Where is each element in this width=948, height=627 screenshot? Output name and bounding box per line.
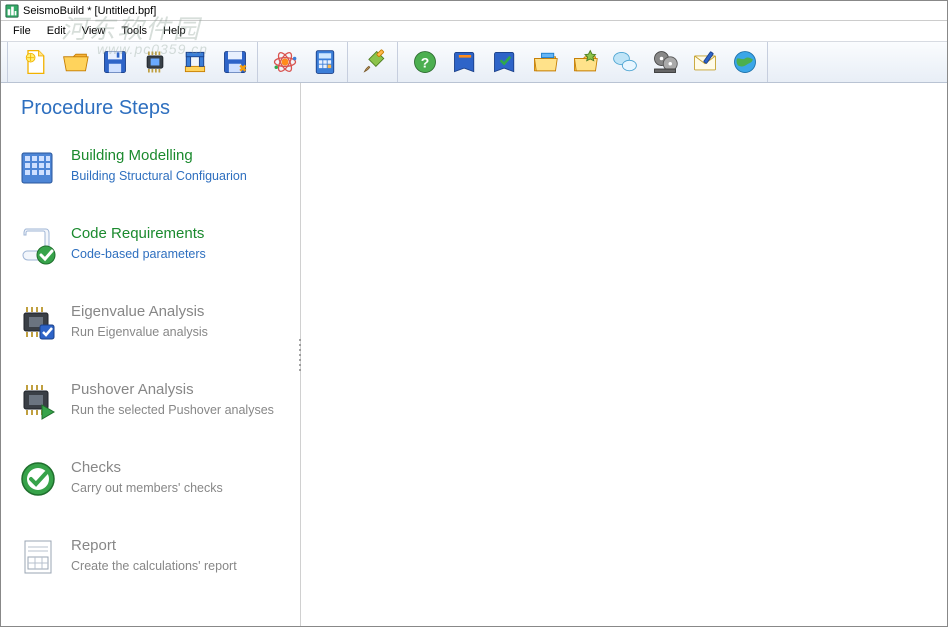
menu-view[interactable]: View: [74, 23, 114, 39]
step-subtitle: Carry out members' checks: [71, 480, 290, 497]
app-icon: [5, 4, 19, 18]
content-area: [301, 83, 947, 626]
step-title: Pushover Analysis: [71, 380, 290, 400]
step-title: Report: [71, 536, 290, 556]
paint-button[interactable]: [356, 44, 394, 80]
step-title: Building Modelling: [71, 146, 290, 166]
menu-edit[interactable]: Edit: [39, 23, 74, 39]
help-button[interactable]: ?: [406, 44, 444, 80]
step-subtitle: Create the calculations' report: [71, 558, 290, 575]
step-subtitle: Building Structural Configuarion: [71, 168, 290, 185]
folder-star-button[interactable]: [566, 44, 604, 80]
step-subtitle: Run the selected Pushover analyses: [71, 402, 290, 419]
book-blue-button[interactable]: [446, 44, 484, 80]
menubar: File Edit View Tools Help: [1, 21, 947, 41]
titlebar: SeismoBuild * [Untitled.bpf]: [1, 1, 947, 21]
sidebar-header: Procedure Steps: [21, 97, 300, 120]
menu-tools[interactable]: Tools: [113, 23, 155, 39]
chat-button[interactable]: [606, 44, 644, 80]
sidebar-resizer[interactable]: [296, 325, 304, 385]
chip-check-icon: [17, 302, 59, 344]
step-pushover[interactable]: Pushover Analysis Run the selected Pusho…: [11, 372, 300, 430]
step-report[interactable]: Report Create the calculations' report: [11, 528, 300, 586]
check-circle-icon: [17, 458, 59, 500]
chip-play-icon: [17, 380, 59, 422]
save-button[interactable]: [96, 44, 134, 80]
step-code-requirements[interactable]: Code Requirements Code-based parameters: [11, 216, 300, 274]
building-icon: [17, 146, 59, 188]
globe-button[interactable]: [726, 44, 764, 80]
step-subtitle: Code-based parameters: [71, 246, 290, 263]
book-check-button[interactable]: [486, 44, 524, 80]
structure-button[interactable]: [176, 44, 214, 80]
new-file-button[interactable]: [16, 44, 54, 80]
step-title: Eigenvalue Analysis: [71, 302, 290, 322]
step-title: Code Requirements: [71, 224, 290, 244]
toolbar: ?: [1, 41, 947, 83]
window-title: SeismoBuild * [Untitled.bpf]: [23, 5, 156, 17]
menu-file[interactable]: File: [5, 23, 39, 39]
settings-chip-button[interactable]: [136, 44, 174, 80]
sidebar: Procedure Steps Building Modelling Build…: [1, 83, 301, 626]
step-eigenvalue[interactable]: Eigenvalue Analysis Run Eigenvalue analy…: [11, 294, 300, 352]
folder-stack-button[interactable]: [526, 44, 564, 80]
menu-help[interactable]: Help: [155, 23, 194, 39]
step-building-modelling[interactable]: Building Modelling Building Structural C…: [11, 138, 300, 196]
calculator-button[interactable]: [306, 44, 344, 80]
save-as-button[interactable]: [216, 44, 254, 80]
open-folder-button[interactable]: [56, 44, 94, 80]
svg-text:?: ?: [421, 54, 430, 70]
step-checks[interactable]: Checks Carry out members' checks: [11, 450, 300, 508]
analyze-button[interactable]: [266, 44, 304, 80]
step-subtitle: Run Eigenvalue analysis: [71, 324, 290, 341]
scroll-check-icon: [17, 224, 59, 266]
step-title: Checks: [71, 458, 290, 478]
mail-button[interactable]: [686, 44, 724, 80]
film-button[interactable]: [646, 44, 684, 80]
report-doc-icon: [17, 536, 59, 578]
